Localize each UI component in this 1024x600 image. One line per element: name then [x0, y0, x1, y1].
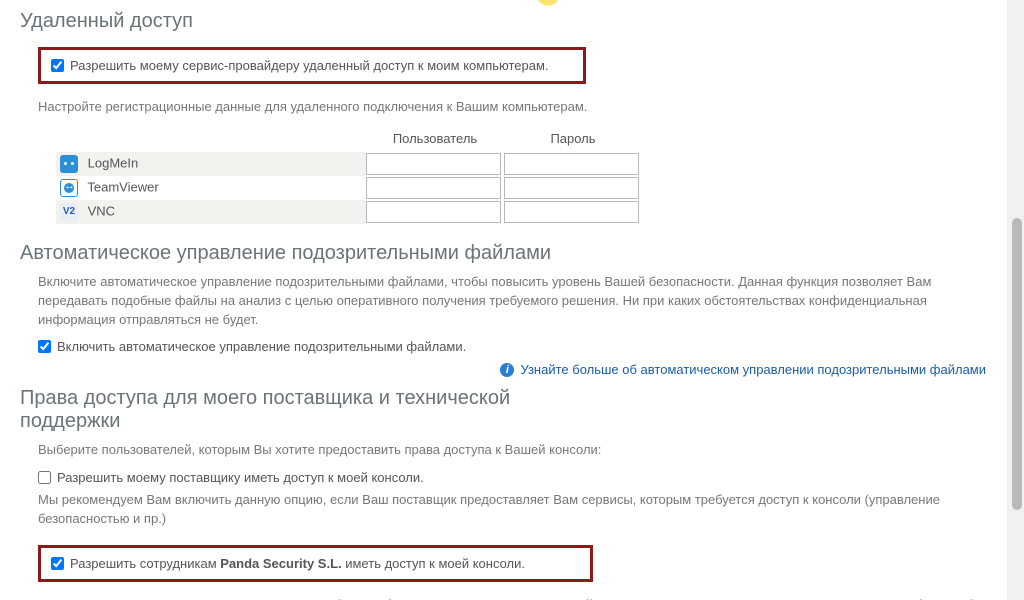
panda-access-highlight: Разрешить сотрудникам Panda Security S.L…	[38, 545, 593, 582]
logmein-pass-input[interactable]	[504, 153, 639, 175]
panda-label-prefix: Разрешить сотрудникам	[70, 556, 220, 571]
remote-allow-highlight: Разрешить моему сервис-провайдеру удален…	[38, 47, 586, 84]
decorative-sun	[535, 0, 561, 8]
settings-scroll-area[interactable]: Удаленный доступ Разрешить моему сервис-…	[0, 0, 1006, 600]
teamviewer-icon	[60, 179, 78, 197]
provider-access-checkbox[interactable]	[38, 471, 51, 484]
panda-access-label: Разрешить сотрудникам Panda Security S.L…	[70, 556, 525, 571]
table-header-row: Пользователь Пароль	[56, 127, 642, 152]
info-link-text: Узнайте больше об автоматическом управле…	[520, 362, 986, 377]
vnc-icon: V2	[60, 203, 78, 221]
col-user: Пользователь	[366, 127, 504, 152]
provider-access-label: Разрешить моему поставщику иметь доступ …	[57, 470, 424, 485]
panda-access-note: Если Вы включите данную опцию, персонал …	[38, 596, 986, 600]
teamviewer-user-input[interactable]	[366, 177, 501, 199]
access-desc: Выберите пользователей, которым Вы хотит…	[38, 441, 986, 460]
table-row: TeamViewer	[56, 176, 642, 200]
suspicious-info-link[interactable]: i Узнайте больше об автоматическом управ…	[20, 362, 986, 377]
suspicious-title: Автоматическое управление подозрительным…	[20, 242, 986, 265]
row-name: VNC	[88, 203, 115, 218]
table-row: LogMeIn	[56, 152, 642, 176]
provider-access-note: Мы рекомендуем Вам включить данную опцию…	[38, 491, 986, 529]
info-icon: i	[500, 363, 514, 377]
window-scrollbar-thumb[interactable]	[1012, 218, 1022, 510]
col-pass: Пароль	[504, 127, 642, 152]
access-title: Права доступа для моего поставщика и тех…	[20, 387, 520, 433]
remote-desc: Настройте регистрационные данные для уда…	[38, 98, 986, 117]
vnc-user-input[interactable]	[366, 201, 501, 223]
remote-allow-checkbox[interactable]	[51, 59, 64, 72]
logmein-icon	[60, 155, 78, 173]
table-row: V2 VNC	[56, 200, 642, 224]
suspicious-enable-label: Включить автоматическое управление подоз…	[57, 339, 466, 354]
row-name: LogMeIn	[88, 155, 139, 170]
vnc-pass-input[interactable]	[504, 201, 639, 223]
suspicious-desc: Включите автоматическое управление подоз…	[38, 273, 986, 330]
remote-access-title: Удаленный доступ	[20, 10, 986, 33]
suspicious-enable-checkbox[interactable]	[38, 340, 51, 353]
remote-allow-label: Разрешить моему сервис-провайдеру удален…	[70, 58, 549, 73]
logmein-user-input[interactable]	[366, 153, 501, 175]
panda-label-suffix: иметь доступ к моей консоли.	[342, 556, 525, 571]
credentials-table: Пользователь Пароль LogMeIn TeamViewer	[56, 127, 986, 224]
teamviewer-pass-input[interactable]	[504, 177, 639, 199]
panda-label-bold: Panda Security S.L.	[220, 556, 341, 571]
window-scrollbar-track[interactable]	[1007, 0, 1024, 600]
row-name: TeamViewer	[87, 179, 158, 194]
panda-access-checkbox[interactable]	[51, 557, 64, 570]
